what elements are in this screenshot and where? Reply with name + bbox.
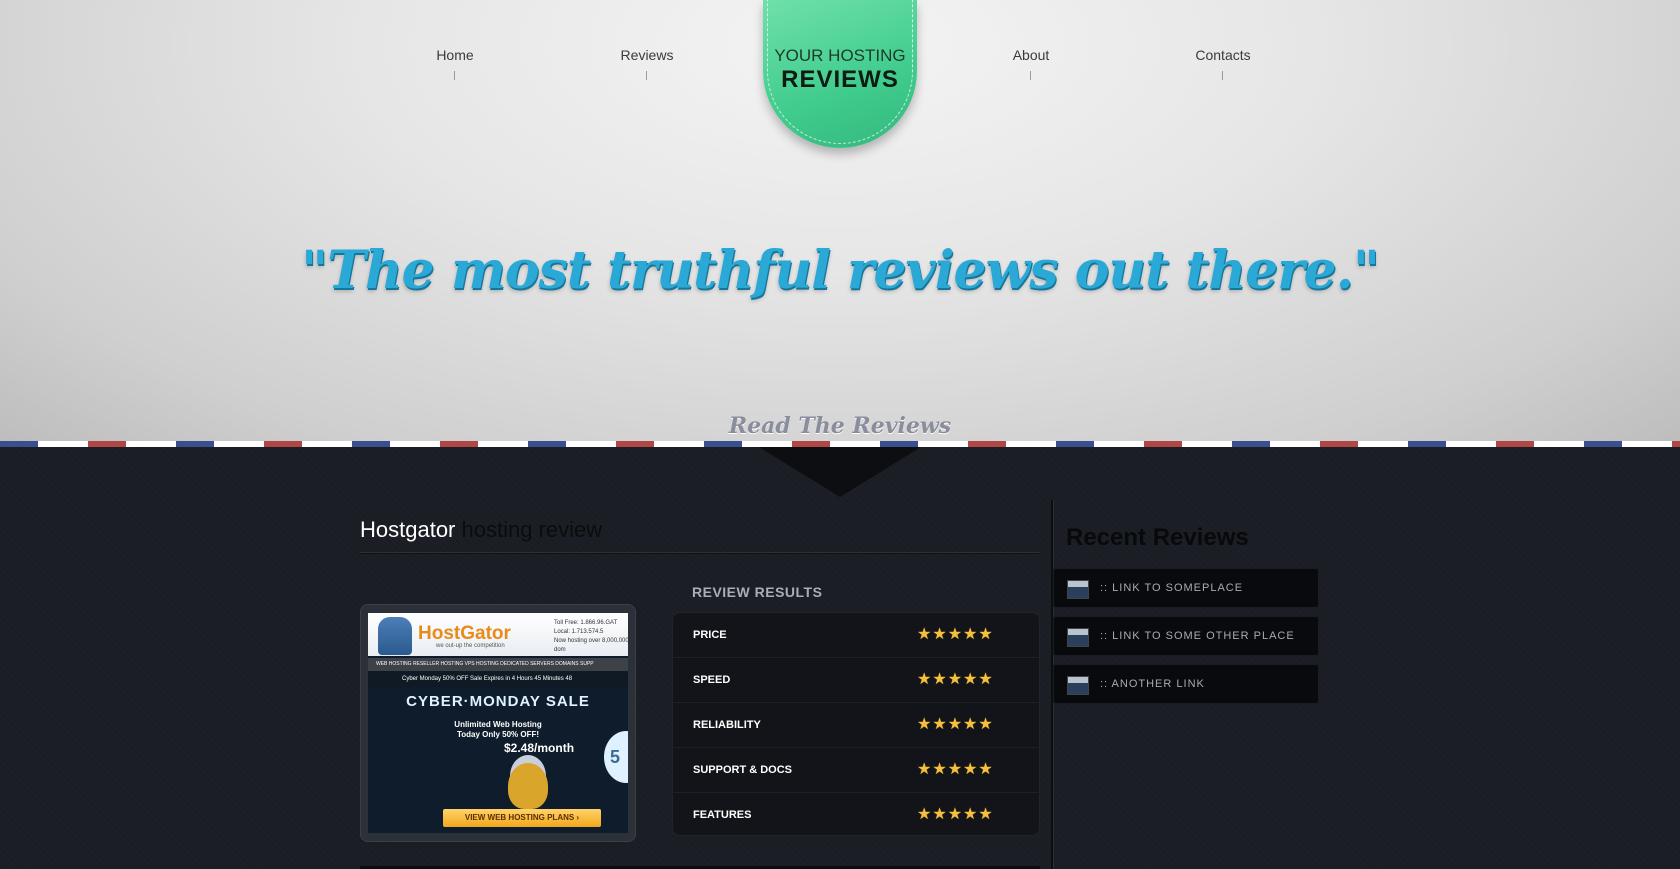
gator-mascot-icon [378,617,412,655]
recent-link-label: :: ANOTHER LINK [1100,678,1205,690]
logo-line2: REVIEWS [781,66,899,93]
star-rating-icon: ★★★★★ [917,626,994,643]
recent-link[interactable]: :: LINK TO SOME OTHER PLACE [1053,616,1319,656]
shot-header: HostGator we out-up the competition Toll… [368,613,628,656]
shot-nav: WEB HOSTING RESELLER HOSTING VPS HOSTING… [368,658,628,671]
result-row: SUPPORT & DOCS ★★★★★ [672,747,1040,793]
shot-local: Local: 1.713.574.5 [554,629,604,635]
review-results-heading: REVIEW RESULTS [692,584,823,600]
star-rating-icon: ★★★★★ [917,806,994,823]
review-results-table: PRICE ★★★★★ SPEED ★★★★★ RELIABILITY ★★★★… [672,612,1040,836]
shot-price: $2.48/month [504,741,575,755]
result-row: SPEED ★★★★★ [672,657,1040,703]
shot-headline: CYBER·MONDAY SALE [406,693,590,710]
result-row: RELIABILITY ★★★★★ [672,702,1040,748]
nav-about[interactable]: About [971,47,1091,80]
result-label: PRICE [693,629,727,641]
result-label: FEATURES [693,809,752,821]
shot-mascot-icon [508,763,548,809]
shot-hosting-over: Now hosting over 8,000,000 dom [554,638,628,653]
review-title: Hostgator hosting review [360,517,602,543]
hero-tagline: "The most truthful reviews out there." [301,240,1380,301]
nav-contacts[interactable]: Contacts [1163,47,1283,80]
shot-uw2: Today Only 50% OFF! [456,730,540,739]
read-reviews-link[interactable]: Read The Reviews [0,413,1680,439]
recent-link[interactable]: :: ANOTHER LINK [1053,664,1319,704]
star-rating-icon: ★★★★★ [917,716,994,733]
thumbnail-icon [1067,580,1089,599]
shot-button: VIEW WEB HOSTING PLANS › [443,809,601,827]
nav-reviews[interactable]: Reviews [587,47,707,80]
result-label: SUPPORT & DOCS [693,764,793,776]
result-row: FEATURES ★★★★★ [672,792,1040,837]
result-label: RELIABILITY [693,719,761,731]
review-title-rest: hosting review [455,517,603,542]
review-brand: Hostgator [360,517,456,542]
site-logo[interactable]: YOUR HOSTING REVIEWS [763,0,917,148]
thumbnail-icon [1067,676,1089,695]
result-label: SPEED [693,674,731,686]
recent-link-label: :: LINK TO SOMEPLACE [1100,582,1244,594]
recent-reviews-title: Recent Reviews [1066,524,1249,551]
site-screenshot: HostGator we out-up the competition Toll… [368,613,628,833]
star-rating-icon: ★★★★★ [917,761,994,778]
star-rating-icon: ★★★★★ [917,671,994,688]
shot-tagline: we out-up the competition [436,643,505,649]
result-row: PRICE ★★★★★ [672,612,1040,658]
site-screenshot-frame[interactable]: HostGator we out-up the competition Toll… [360,604,636,842]
recent-link-label: :: LINK TO SOME OTHER PLACE [1100,630,1295,642]
shot-uw1: Unlimited Web Hosting [454,720,542,729]
nav-home[interactable]: Home [395,47,515,80]
recent-link[interactable]: :: LINK TO SOMEPLACE [1053,568,1319,608]
shot-brand: HostGator [418,623,511,644]
shot-offer: Unlimited Web Hosting Today Only 50% OFF… [368,720,628,740]
shot-contacts: Toll Free: 1.866.96.GAT Local: 1.713.574… [554,619,628,655]
title-rule [360,552,1040,553]
notch-arrow [759,447,921,497]
shot-strip: Cyber Monday 50% OFF Sale Expires in 4 H… [368,671,628,687]
logo-line1: YOUR HOSTING [774,46,906,65]
shot-toll: Toll Free: 1.866.96.GAT [554,620,618,626]
thumbnail-icon [1067,628,1089,647]
